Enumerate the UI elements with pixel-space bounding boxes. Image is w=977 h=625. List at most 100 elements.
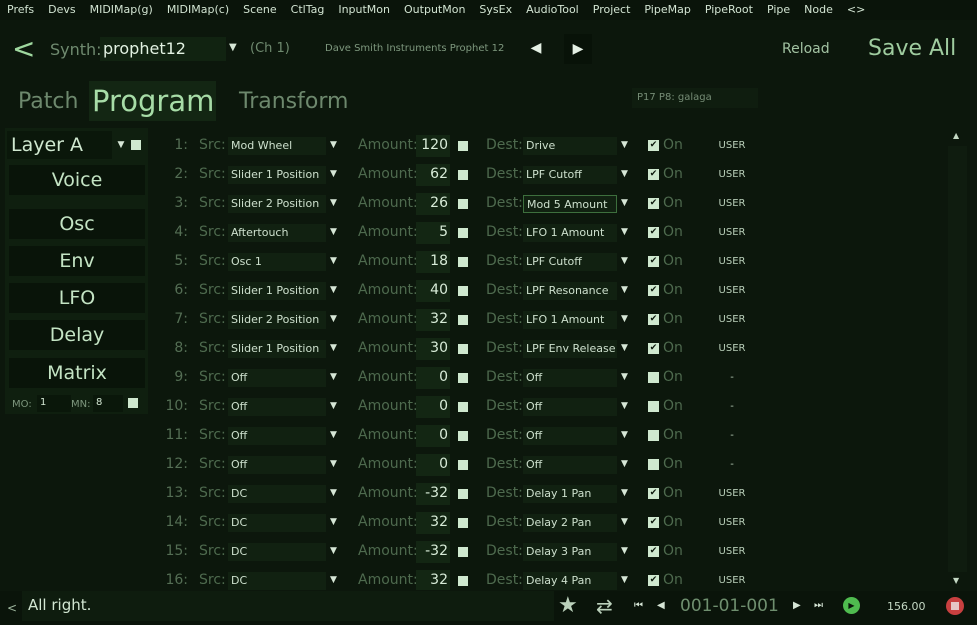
menu-item-1[interactable]: Devs bbox=[41, 0, 82, 20]
layer-select[interactable]: Layer A bbox=[7, 131, 112, 159]
src-select[interactable]: DC bbox=[228, 485, 326, 503]
src-select[interactable]: Slider 2 Position bbox=[228, 311, 326, 329]
dest-dropdown-arrow-icon[interactable]: ▼ bbox=[621, 227, 628, 237]
dest-dropdown-arrow-icon[interactable]: ▼ bbox=[621, 546, 628, 556]
skip-end-icon[interactable]: ⏭ bbox=[814, 600, 823, 611]
dest-select[interactable]: LPF Resonance bbox=[523, 282, 617, 300]
amount-field[interactable]: 120 bbox=[416, 135, 450, 157]
amount-field[interactable]: 32 bbox=[416, 512, 450, 534]
save-all-button[interactable]: Save All bbox=[868, 36, 956, 61]
dest-dropdown-arrow-icon[interactable]: ▼ bbox=[621, 401, 628, 411]
amount-checkbox[interactable] bbox=[458, 576, 468, 586]
src-select[interactable]: Off bbox=[228, 427, 326, 445]
src-dropdown-arrow-icon[interactable]: ▼ bbox=[330, 546, 337, 556]
on-checkbox[interactable]: ✔ bbox=[648, 546, 659, 557]
amount-checkbox[interactable] bbox=[458, 547, 468, 557]
tab-program[interactable]: Program bbox=[89, 81, 216, 121]
menu-item-11[interactable]: PipeMap bbox=[637, 0, 697, 20]
src-select[interactable]: Osc 1 bbox=[228, 253, 326, 271]
mn-checkbox[interactable] bbox=[128, 398, 138, 408]
rewind-icon[interactable]: ⏮ bbox=[634, 600, 643, 611]
dest-dropdown-arrow-icon[interactable]: ▼ bbox=[621, 488, 628, 498]
src-dropdown-arrow-icon[interactable]: ▼ bbox=[330, 169, 337, 179]
on-checkbox[interactable] bbox=[648, 372, 659, 383]
src-dropdown-arrow-icon[interactable]: ▼ bbox=[330, 343, 337, 353]
amount-field[interactable]: 26 bbox=[416, 193, 450, 215]
src-dropdown-arrow-icon[interactable]: ▼ bbox=[330, 314, 337, 324]
dest-select[interactable]: Delay 3 Pan bbox=[523, 543, 617, 561]
src-select[interactable]: DC bbox=[228, 514, 326, 532]
dest-select[interactable]: Off bbox=[523, 456, 617, 474]
on-checkbox[interactable]: ✔ bbox=[648, 169, 659, 180]
dest-select[interactable]: Off bbox=[523, 398, 617, 416]
dest-dropdown-arrow-icon[interactable]: ▼ bbox=[621, 314, 628, 324]
amount-field[interactable]: 5 bbox=[416, 222, 450, 244]
dest-dropdown-arrow-icon[interactable]: ▼ bbox=[621, 343, 628, 353]
amount-checkbox[interactable] bbox=[458, 489, 468, 499]
dest-select[interactable]: LFO 1 Amount bbox=[523, 311, 617, 329]
dest-dropdown-arrow-icon[interactable]: ▼ bbox=[621, 459, 628, 469]
amount-checkbox[interactable] bbox=[458, 431, 468, 441]
delay-button[interactable]: Delay bbox=[9, 320, 145, 350]
amount-checkbox[interactable] bbox=[458, 170, 468, 180]
src-dropdown-arrow-icon[interactable]: ▼ bbox=[330, 140, 337, 150]
dest-select[interactable]: Off bbox=[523, 369, 617, 387]
matrix-button[interactable]: Matrix bbox=[9, 358, 145, 388]
menu-item-2[interactable]: MIDIMap(g) bbox=[83, 0, 160, 20]
src-select[interactable]: Off bbox=[228, 398, 326, 416]
src-select[interactable]: DC bbox=[228, 572, 326, 590]
src-select[interactable]: Slider 1 Position bbox=[228, 166, 326, 184]
on-checkbox[interactable] bbox=[648, 430, 659, 441]
src-select[interactable]: Aftertouch bbox=[228, 224, 326, 242]
scrollbar[interactable] bbox=[948, 146, 967, 572]
scroll-up-icon[interactable]: ▲ bbox=[953, 131, 959, 140]
amount-field[interactable]: 62 bbox=[416, 164, 450, 186]
menu-item-13[interactable]: Pipe bbox=[760, 0, 797, 20]
amount-field[interactable]: 32 bbox=[416, 309, 450, 331]
mn-field[interactable]: 8 bbox=[93, 395, 123, 412]
src-dropdown-arrow-icon[interactable]: ▼ bbox=[330, 401, 337, 411]
src-dropdown-arrow-icon[interactable]: ▼ bbox=[330, 198, 337, 208]
dest-dropdown-arrow-icon[interactable]: ▼ bbox=[621, 285, 628, 295]
on-checkbox[interactable] bbox=[648, 459, 659, 470]
src-select[interactable]: DC bbox=[228, 543, 326, 561]
menu-item-10[interactable]: Project bbox=[586, 0, 638, 20]
src-select[interactable]: Mod Wheel bbox=[228, 137, 326, 155]
dest-dropdown-arrow-icon[interactable]: ▼ bbox=[621, 430, 628, 440]
amount-field[interactable]: 18 bbox=[416, 251, 450, 273]
src-dropdown-arrow-icon[interactable]: ▼ bbox=[330, 256, 337, 266]
amount-checkbox[interactable] bbox=[458, 199, 468, 209]
menu-item-12[interactable]: PipeRoot bbox=[698, 0, 760, 20]
step-back-icon[interactable]: ◀ bbox=[657, 600, 665, 611]
reload-button[interactable]: Reload bbox=[782, 41, 830, 57]
menu-item-15[interactable]: <> bbox=[840, 0, 872, 20]
amount-checkbox[interactable] bbox=[458, 315, 468, 325]
record-icon[interactable] bbox=[946, 597, 964, 615]
amount-checkbox[interactable] bbox=[458, 228, 468, 238]
layer-dropdown-arrow-icon[interactable]: ▼ bbox=[113, 131, 129, 159]
amount-checkbox[interactable] bbox=[458, 286, 468, 296]
amount-checkbox[interactable] bbox=[458, 141, 468, 151]
dest-dropdown-arrow-icon[interactable]: ▼ bbox=[621, 169, 628, 179]
amount-checkbox[interactable] bbox=[458, 344, 468, 354]
amount-checkbox[interactable] bbox=[458, 402, 468, 412]
back-button[interactable]: < bbox=[12, 34, 35, 64]
dest-dropdown-arrow-icon[interactable]: ▼ bbox=[621, 575, 628, 585]
tab-transform[interactable]: Transform bbox=[239, 89, 348, 114]
star-icon[interactable]: ★ bbox=[558, 593, 578, 618]
src-select[interactable]: Slider 1 Position bbox=[228, 282, 326, 300]
voice-button[interactable]: Voice bbox=[9, 165, 145, 195]
src-dropdown-arrow-icon[interactable]: ▼ bbox=[330, 459, 337, 469]
layer-checkbox[interactable] bbox=[131, 140, 141, 150]
osc-button[interactable]: Osc bbox=[9, 209, 145, 239]
menu-item-7[interactable]: OutputMon bbox=[397, 0, 472, 20]
src-dropdown-arrow-icon[interactable]: ▼ bbox=[330, 285, 337, 295]
menu-item-4[interactable]: Scene bbox=[236, 0, 284, 20]
on-checkbox[interactable] bbox=[648, 401, 659, 412]
amount-checkbox[interactable] bbox=[458, 518, 468, 528]
on-checkbox[interactable]: ✔ bbox=[648, 575, 659, 586]
step-forward-icon[interactable]: ▶ bbox=[793, 600, 801, 611]
on-checkbox[interactable]: ✔ bbox=[648, 343, 659, 354]
src-dropdown-arrow-icon[interactable]: ▼ bbox=[330, 517, 337, 527]
src-dropdown-arrow-icon[interactable]: ▼ bbox=[330, 430, 337, 440]
